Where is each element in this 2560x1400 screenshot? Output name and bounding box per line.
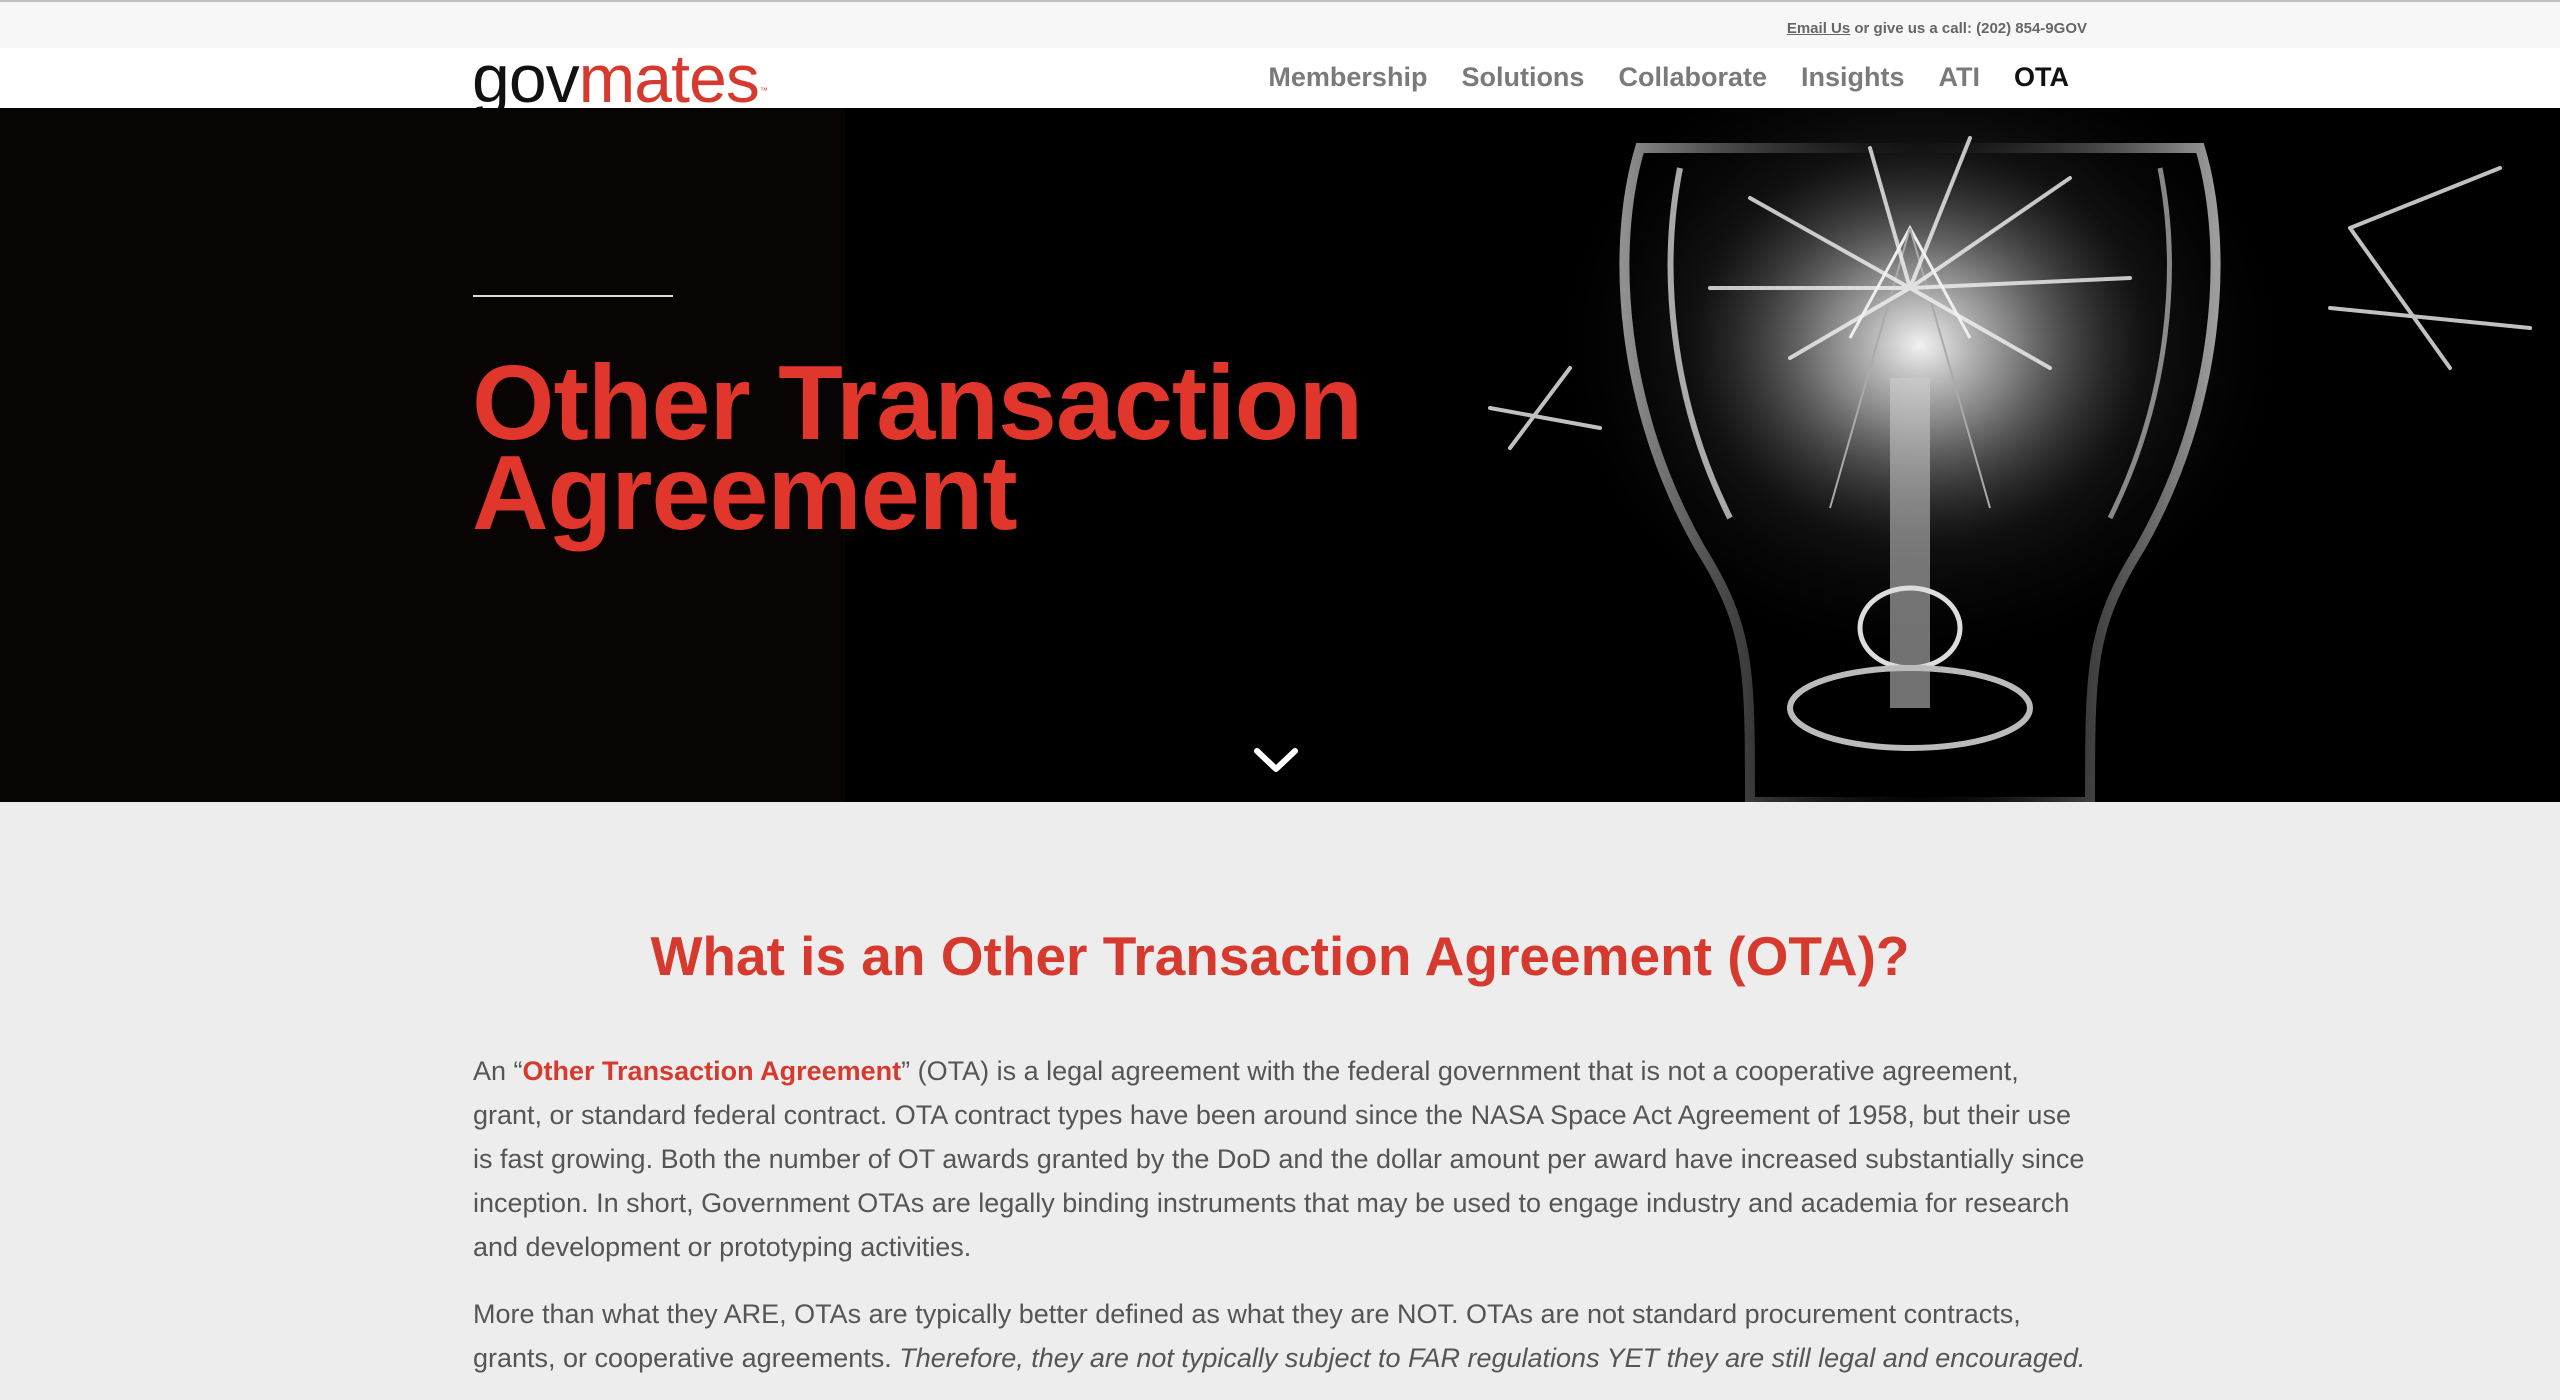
hero-title: Other Transaction Agreement (472, 350, 1472, 546)
nav-ati[interactable]: ATI (1939, 62, 1981, 93)
contact-info: Email Us or give us a call: (202) 854-9G… (1787, 20, 2087, 37)
logo-gov: gov (472, 41, 580, 117)
nav-solutions[interactable]: Solutions (1461, 62, 1584, 93)
hero-rule (473, 295, 673, 297)
logo-trademark: ™ (759, 86, 768, 95)
nav-membership[interactable]: Membership (1268, 62, 1427, 93)
intro-paragraph: An “Other Transaction Agreement” (OTA) i… (473, 1049, 2093, 1269)
nav-insights[interactable]: Insights (1801, 62, 1905, 93)
utility-bar: Email Us or give us a call: (202) 854-9G… (0, 0, 2560, 48)
para2-italic: Therefore, they are not typically subjec… (899, 1343, 2086, 1373)
call-text: or give us a call: (202) 854-9GOV (1850, 20, 2087, 37)
email-us-link[interactable]: Email Us (1787, 20, 1850, 37)
main-content: What is an Other Transaction Agreement (… (0, 802, 2560, 1400)
site-header: govmates™ Membership Solutions Collabora… (0, 41, 2560, 117)
para1-body: ” (OTA) is a legal agreement with the fe… (473, 1056, 2085, 1262)
nav-collaborate[interactable]: Collaborate (1618, 62, 1767, 93)
section-title: What is an Other Transaction Agreement (… (650, 925, 1910, 987)
ota-definition-link[interactable]: Other Transaction Agreement (523, 1056, 902, 1086)
logo-mates: mates (578, 41, 760, 117)
definition-paragraph: More than what they ARE, OTAs are typica… (473, 1292, 2093, 1380)
chevron-down-icon[interactable] (1253, 745, 1299, 775)
lightbulb-image (1488, 108, 2532, 802)
govmates-logo[interactable]: govmates™ (472, 39, 768, 119)
para1-prefix: An “ (473, 1056, 523, 1086)
hero-banner: Other Transaction Agreement (0, 108, 2560, 802)
nav-ota[interactable]: OTA (2014, 62, 2069, 93)
main-nav: Membership Solutions Collaborate Insight… (1234, 62, 2069, 93)
